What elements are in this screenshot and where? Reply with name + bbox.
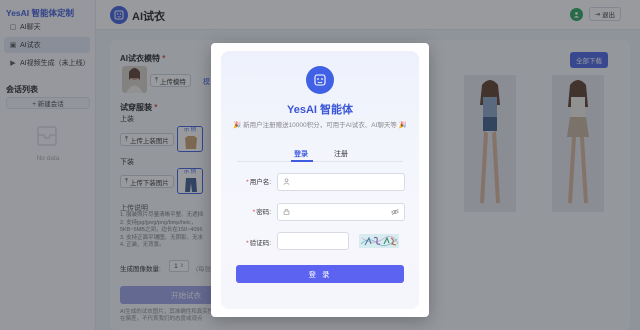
tab-login[interactable]: 登录	[294, 149, 308, 159]
username-input[interactable]	[293, 178, 373, 186]
robot-logo-icon	[306, 66, 334, 94]
captcha-field[interactable]	[277, 232, 349, 250]
username-field[interactable]	[277, 173, 405, 191]
password-field[interactable]	[277, 203, 405, 221]
captcha-label: *验证码:	[246, 240, 271, 247]
captcha-input[interactable]	[283, 237, 343, 245]
tab-register[interactable]: 注册	[334, 149, 348, 159]
tab-active-indicator	[291, 160, 313, 162]
tab-divider	[237, 161, 403, 162]
username-label: *用户名:	[246, 179, 271, 186]
modal-title: YesAI 智能体	[286, 104, 354, 116]
eye-hidden-icon[interactable]	[390, 208, 400, 218]
password-input[interactable]	[293, 208, 373, 216]
password-label: *密码:	[252, 209, 271, 216]
user-icon	[283, 177, 290, 187]
captcha-image[interactable]	[359, 234, 399, 248]
login-modal: YesAI 智能体 🎉 新用户注册赠送10000积分，可用于AI试衣、AI聊天等…	[211, 43, 429, 317]
login-button[interactable]: 登 录	[236, 265, 404, 283]
modal-subtitle: 🎉 新用户注册赠送10000积分，可用于AI试衣、AI聊天等 🎉	[233, 122, 407, 129]
lock-icon	[283, 208, 290, 217]
